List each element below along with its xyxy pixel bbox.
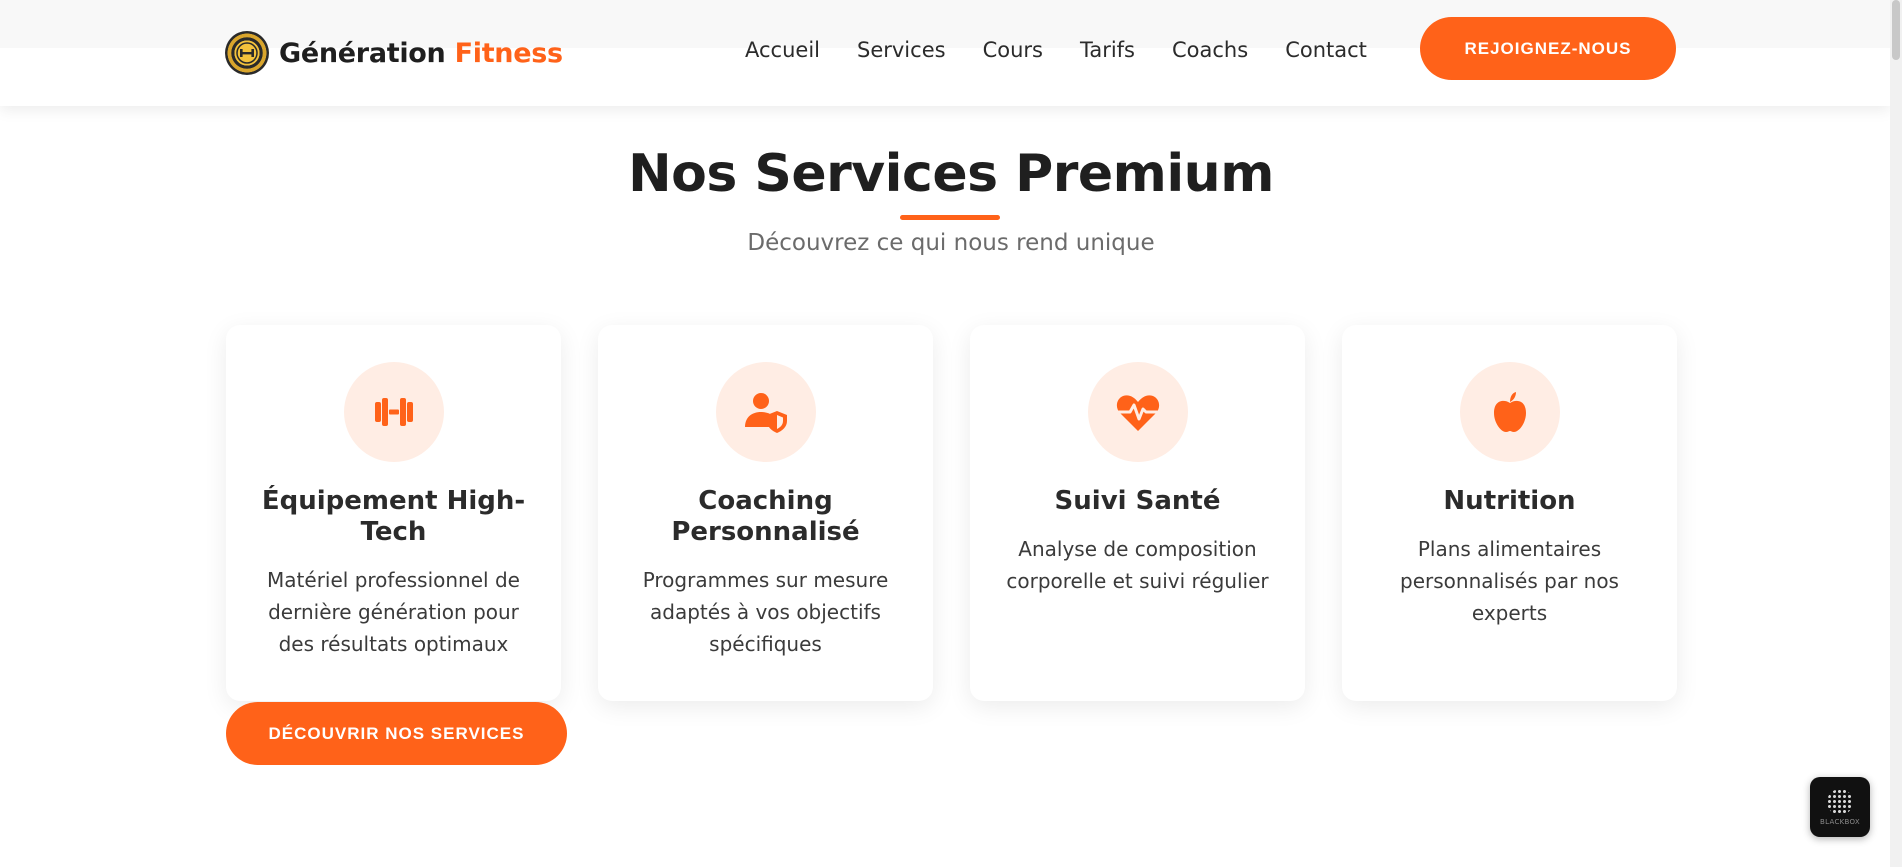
card-title: Nutrition	[1443, 486, 1576, 516]
site-header: Génération Fitness Accueil Services Cour…	[0, 0, 1890, 106]
logo-brand-main: Génération	[279, 37, 446, 69]
scrollbar-thumb[interactable]	[1892, 0, 1900, 60]
user-shield-icon	[715, 362, 816, 462]
page-scrollbar[interactable]	[1890, 0, 1902, 867]
card-description: Plans alimentaires personnalisés par nos…	[1400, 537, 1619, 625]
nav-item-contact[interactable]: Contact	[1285, 38, 1367, 62]
heart-pulse-icon	[1087, 362, 1188, 462]
discover-services-button[interactable]: DÉCOUVRIR NOS SERVICES	[226, 702, 567, 765]
nav-item-tarifs[interactable]: Tarifs	[1080, 38, 1135, 62]
card-description: Programmes sur mesure adaptés à vos obje…	[642, 568, 889, 656]
join-us-button[interactable]: REJOIGNEZ-NOUS	[1420, 17, 1676, 80]
nav-item-services[interactable]: Services	[857, 38, 946, 62]
service-card-equipement: Équipement High-Tech Matériel profession…	[226, 325, 561, 701]
apple-icon	[1459, 362, 1560, 462]
blackbox-logo-icon	[1827, 788, 1853, 815]
dumbbell-badge-icon	[225, 31, 269, 75]
service-card-nutrition: Nutrition Plans alimentaires personnalis…	[1342, 325, 1677, 701]
card-title: Coaching Personnalisé	[671, 486, 860, 547]
main-nav: Accueil Services Cours Tarifs Coachs Con…	[745, 38, 1404, 62]
site-logo[interactable]: Génération Fitness	[225, 29, 563, 77]
logo-text: Génération Fitness	[279, 38, 563, 69]
services-card-grid: Équipement High-Tech Matériel profession…	[226, 325, 1677, 701]
section-title-underline	[900, 215, 1000, 220]
service-card-coaching: Coaching Personnalisé Programmes sur mes…	[598, 325, 933, 701]
widget-label: BLACKBOX	[1820, 817, 1860, 826]
card-title: Équipement High-Tech	[261, 486, 526, 547]
logo-brand-accent: Fitness	[454, 37, 563, 69]
nav-item-accueil[interactable]: Accueil	[745, 38, 820, 62]
dumbbell-icon	[343, 362, 444, 462]
nav-item-coachs[interactable]: Coachs	[1172, 38, 1248, 62]
card-description: Analyse de composition corporelle et sui…	[1006, 537, 1269, 593]
card-title: Suivi Santé	[1054, 486, 1221, 516]
blackbox-widget[interactable]: BLACKBOX	[1810, 777, 1870, 837]
card-description: Matériel professionnel de dernière génér…	[267, 568, 520, 656]
section-title: Nos Services Premium	[628, 144, 1274, 204]
section-subtitle: Découvrez ce qui nous rend unique	[747, 230, 1155, 256]
nav-item-cours[interactable]: Cours	[983, 38, 1043, 62]
service-card-sante: Suivi Santé Analyse de composition corpo…	[970, 325, 1305, 701]
